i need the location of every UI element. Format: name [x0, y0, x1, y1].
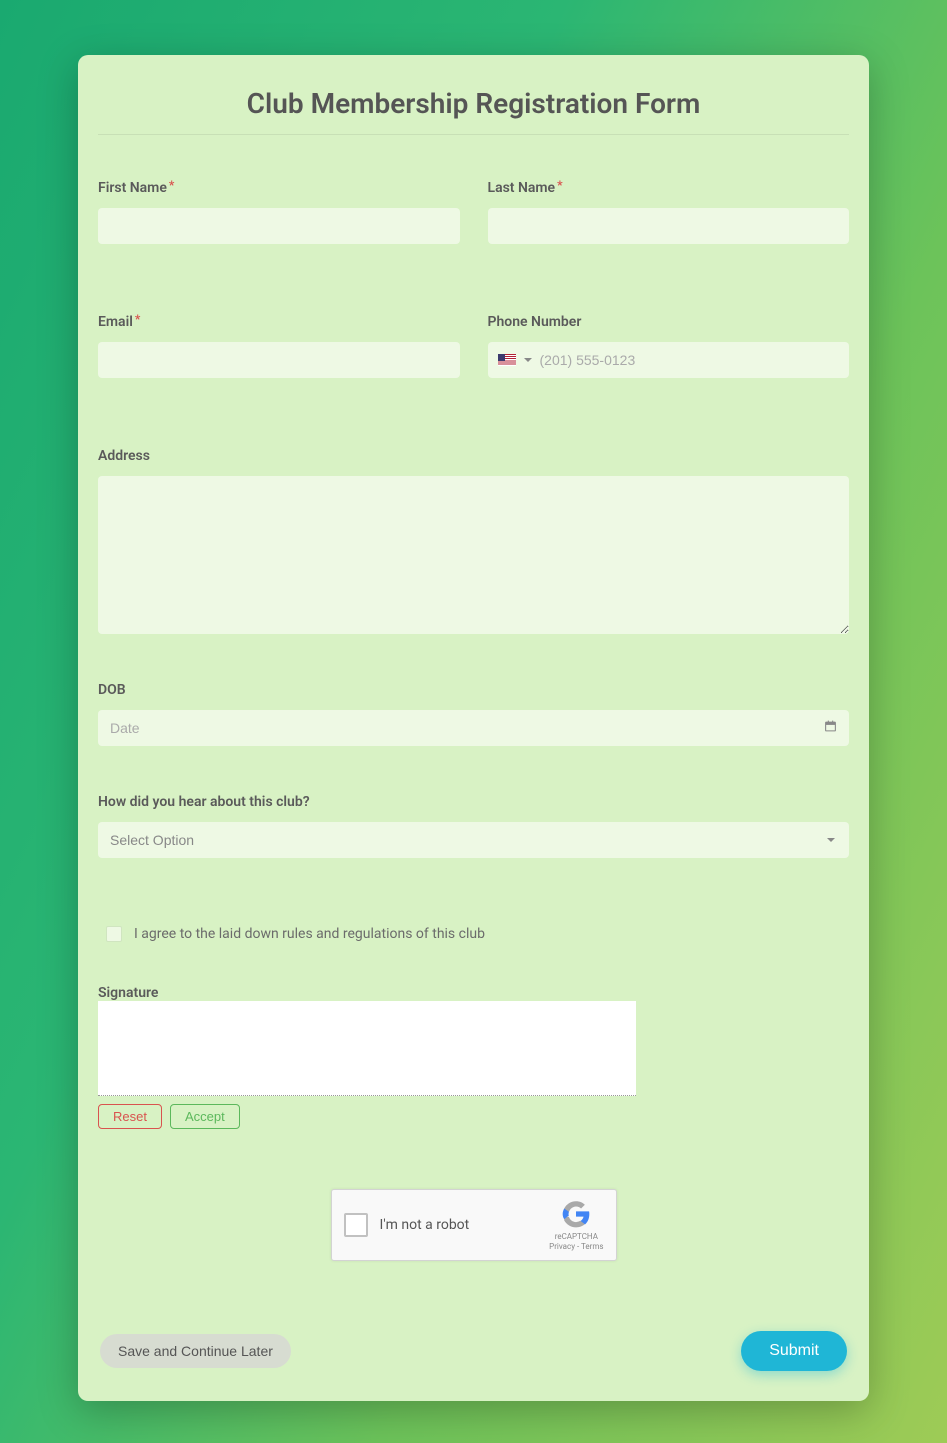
required-asterisk: *: [169, 178, 174, 192]
last-name-label: Last Name*: [488, 180, 850, 196]
first-name-field: First Name*: [98, 180, 460, 244]
address-input[interactable]: [98, 476, 849, 634]
agree-label: I agree to the laid down rules and regul…: [134, 926, 485, 942]
address-field: Address: [98, 448, 849, 634]
phone-field: Phone Number: [488, 314, 850, 378]
first-name-input[interactable]: [98, 208, 460, 244]
signature-label: Signature: [98, 985, 158, 1001]
email-field: Email*: [98, 314, 460, 378]
signature-field: Signature Reset Accept: [98, 982, 849, 1129]
dob-input[interactable]: [98, 710, 849, 746]
last-name-input[interactable]: [488, 208, 850, 244]
phone-label: Phone Number: [488, 314, 850, 330]
required-asterisk: *: [135, 312, 140, 326]
calendar-icon[interactable]: [824, 720, 837, 737]
recaptcha-brand: reCAPTCHA Privacy - Terms: [549, 1198, 603, 1253]
recaptcha-label: I'm not a robot: [380, 1217, 538, 1233]
save-continue-button[interactable]: Save and Continue Later: [100, 1334, 291, 1368]
email-label: Email*: [98, 314, 460, 330]
reset-button[interactable]: Reset: [98, 1104, 162, 1129]
dob-field: DOB: [98, 682, 849, 746]
required-asterisk: *: [557, 178, 562, 192]
form-card: Club Membership Registration Form First …: [78, 55, 869, 1401]
hear-about-field: How did you hear about this club? Select…: [98, 794, 849, 858]
chevron-down-icon[interactable]: [524, 358, 532, 362]
dob-label: DOB: [98, 682, 849, 698]
flag-us-icon[interactable]: [498, 354, 516, 366]
phone-input-wrap: [488, 342, 850, 378]
accept-button[interactable]: Accept: [170, 1104, 240, 1129]
agree-row: I agree to the laid down rules and regul…: [98, 916, 849, 982]
recaptcha: I'm not a robot reCAPTCHA Privacy - Term…: [331, 1189, 617, 1261]
hear-about-label: How did you hear about this club?: [98, 794, 849, 810]
signature-pad[interactable]: [98, 1001, 636, 1096]
agree-checkbox[interactable]: [106, 926, 122, 942]
phone-input[interactable]: [540, 342, 840, 378]
footer-row: Save and Continue Later Submit: [98, 1331, 849, 1371]
form-body: First Name* Last Name* Email* Phone Numb…: [98, 135, 849, 1371]
email-input[interactable]: [98, 342, 460, 378]
hear-about-select[interactable]: Select Option: [98, 822, 849, 858]
first-name-label: First Name*: [98, 180, 460, 196]
address-label: Address: [98, 448, 849, 464]
last-name-field: Last Name*: [488, 180, 850, 244]
submit-button[interactable]: Submit: [741, 1331, 847, 1371]
recaptcha-icon: [560, 1198, 592, 1230]
page-title: Club Membership Registration Form: [98, 75, 849, 135]
recaptcha-checkbox[interactable]: [344, 1213, 368, 1237]
